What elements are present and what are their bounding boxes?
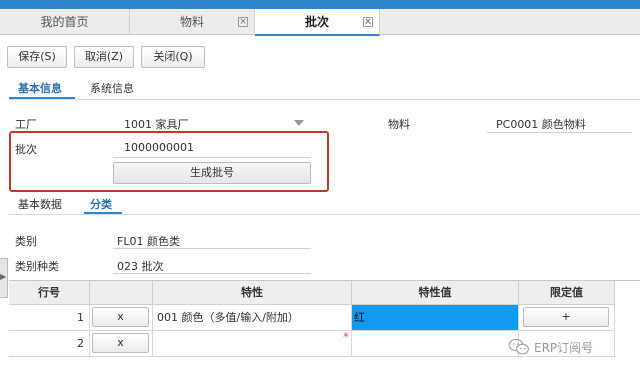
tab-basic-info[interactable]: 基本信息 [18,80,62,96]
tab-basic-data[interactable]: 基本数据 [18,196,62,212]
tab-material-close-icon[interactable]: × [238,17,248,27]
material-field-underline [487,132,632,133]
document-tab-strip: 我的首页 物料 × 批次 × [0,9,640,36]
column-header-line[interactable]: 行号 [9,281,90,305]
tab-batch-close-icon[interactable]: × [363,17,373,27]
plant-label: 工厂 [15,118,37,131]
tab-system-info[interactable]: 系统信息 [90,80,134,96]
class-field[interactable]: FL01 颜色类 [117,233,180,249]
classification-divider [9,214,640,215]
tab-classification[interactable]: 分类 [90,196,112,212]
window-top-bar [0,0,640,9]
column-header-delete [90,281,153,305]
class-field-underline [113,248,311,249]
class-type-field[interactable]: 023 批次 [117,258,164,274]
tab-material[interactable]: 物料 × [130,9,255,35]
close-button[interactable]: 关闭(Q) [141,46,205,68]
chevron-down-icon[interactable] [294,120,304,126]
tab-material-label: 物料 [179,15,204,29]
column-header-characteristic[interactable]: 特性 [153,281,352,305]
row-2-delete-button[interactable]: x [92,333,149,353]
wechat-icon [508,338,530,355]
row-2-characteristic[interactable] [153,331,352,357]
row-1-limit-cell: + [519,305,615,331]
class-type-label: 类别种类 [15,260,59,273]
section-divider [9,99,640,100]
row-1-add-limit-button[interactable]: + [523,307,609,327]
tab-batch-label: 批次 [304,15,329,29]
plant-select[interactable]: 1001 家具厂 [124,116,189,132]
watermark-text: ERP订阅号 [534,341,594,355]
column-header-limit[interactable]: 限定值 [519,281,615,305]
row-2-line-number: 2 [9,331,90,357]
row-1-line-number: 1 [9,305,90,331]
row-1-value-input[interactable]: 红 [352,305,519,331]
column-header-value[interactable]: 特性值 [352,281,519,305]
tab-batch[interactable]: 批次 × [255,9,380,36]
row-2-value-input[interactable] [352,331,519,357]
row-1-characteristic[interactable]: 001 颜色（多值/输入/附加） [153,305,352,331]
save-button[interactable]: 保存(S) [7,46,67,68]
characteristics-grid: 行号 特性 特性值 限定值 1 x 001 颜色（多值/输入/附加） 红 + 2… [9,280,640,377]
highlight-box [9,131,329,192]
side-panel-toggle[interactable]: ▶ [0,258,8,298]
class-type-field-underline [113,273,311,274]
row-1-delete-button[interactable]: x [92,307,149,327]
material-field[interactable]: PC0001 颜色物料 [496,116,586,132]
cancel-button[interactable]: 取消(Z) [74,46,134,68]
expand-arrow-icon: ▶ [0,272,7,281]
class-label: 类别 [15,235,37,248]
material-label: 物料 [388,118,410,131]
row-2-delete-cell: x [90,331,153,357]
tab-home[interactable]: 我的首页 [0,9,130,35]
required-marker: * [343,330,349,344]
watermark: ERP订阅号 [508,336,636,358]
row-1-delete-cell: x [90,305,153,331]
